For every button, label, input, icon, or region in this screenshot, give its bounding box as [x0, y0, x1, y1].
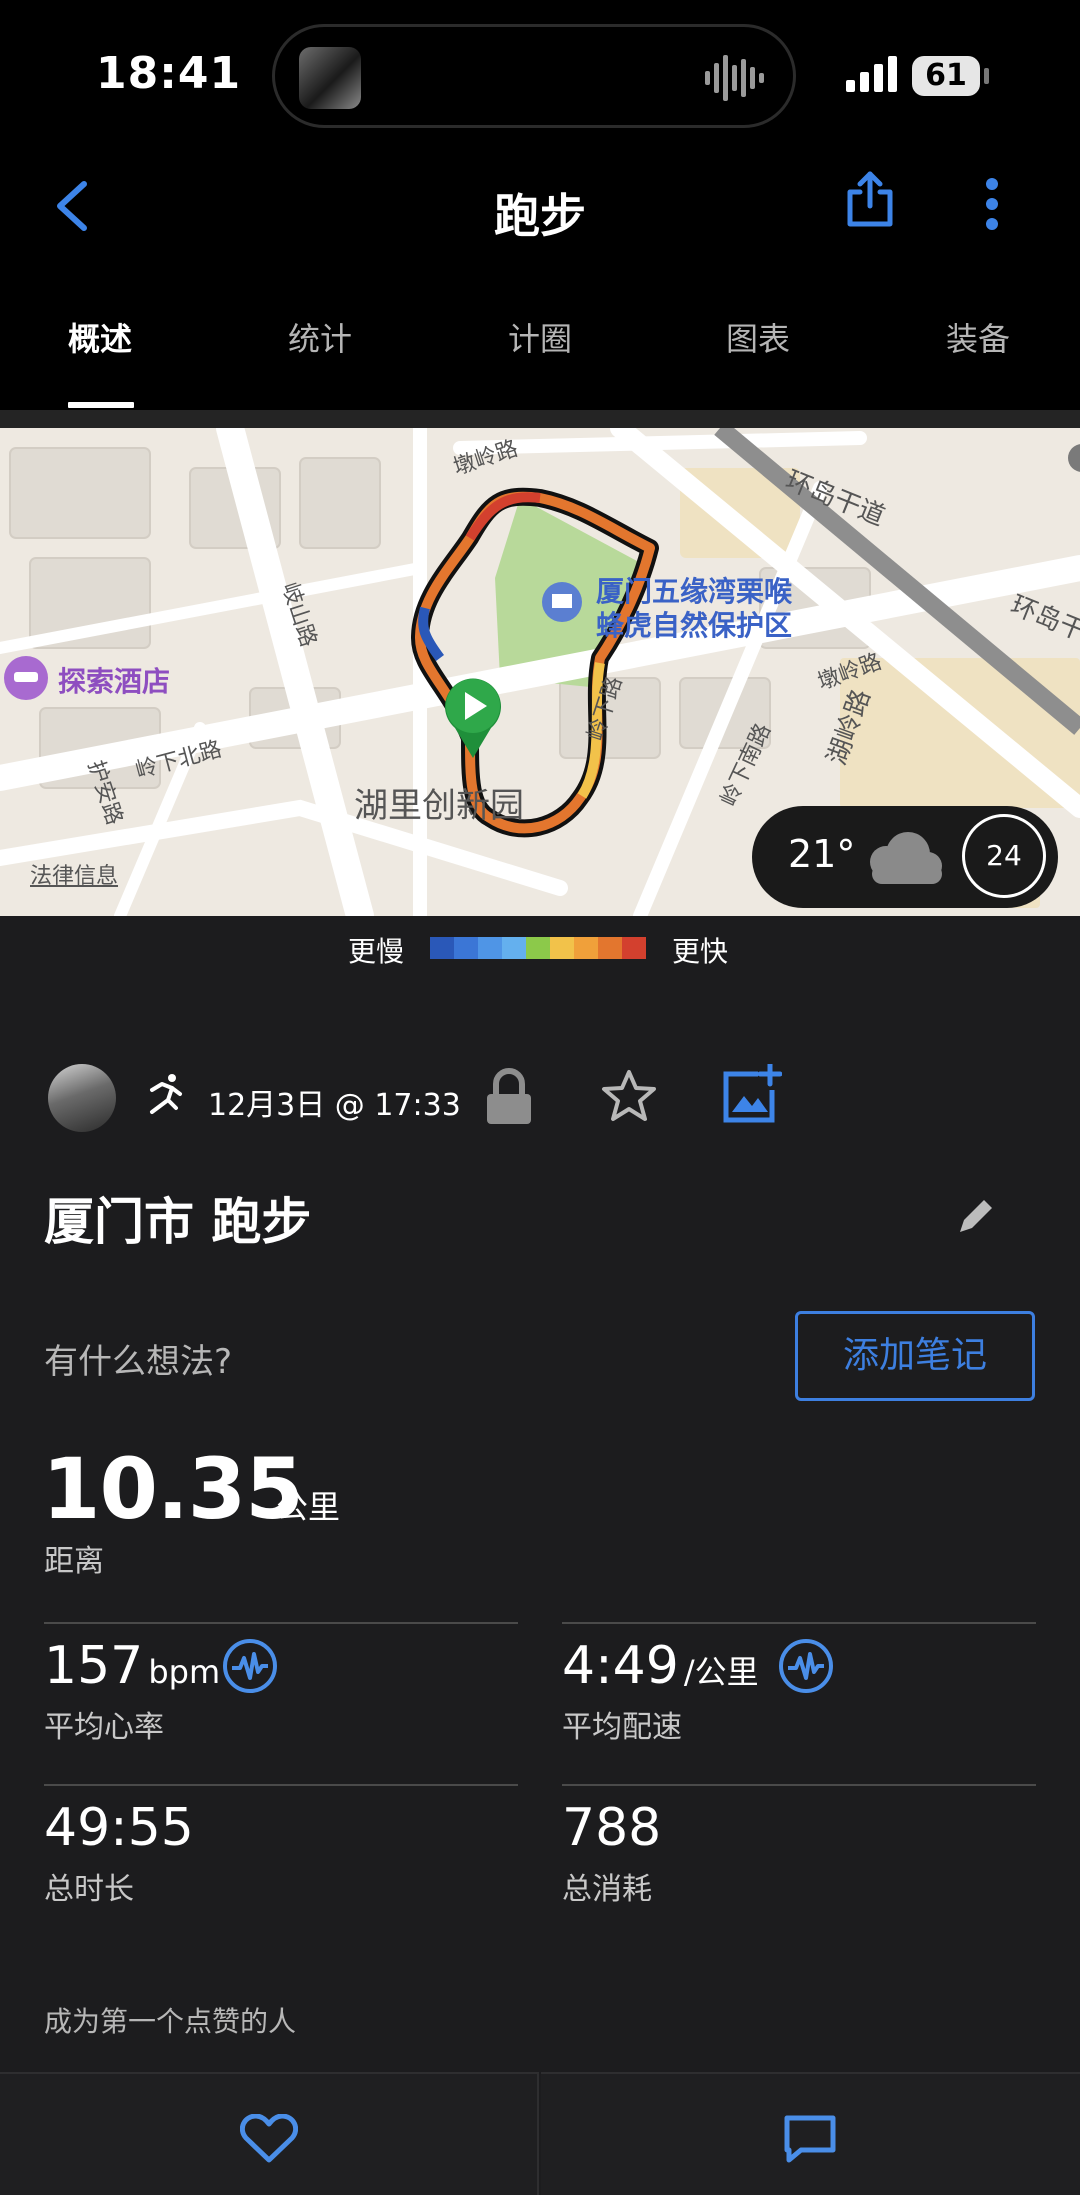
likes-text: 成为第一个点赞的人 — [44, 2005, 297, 2038]
dynamic-island[interactable] — [272, 24, 796, 128]
pace-value: 4:49 — [562, 1636, 679, 1696]
speed-legend-bar — [430, 937, 646, 959]
status-time: 18:41 — [96, 48, 242, 99]
add-note-button[interactable]: 添加笔记 — [795, 1311, 1035, 1401]
notes-prompt: 有什么想法? — [44, 1342, 233, 1382]
edit-pencil-icon[interactable] — [956, 1196, 996, 1236]
signal-icon — [846, 56, 897, 92]
legend-fast-label: 更快 — [672, 935, 729, 968]
legal-info-link[interactable]: 法律信息 — [30, 858, 118, 890]
legend-slow-label: 更慢 — [348, 935, 405, 968]
activity-title: 厦门市 跑步 — [44, 1193, 312, 1251]
weather-temperature: 21° — [788, 832, 856, 876]
now-playing-artwork — [299, 47, 361, 109]
stats-divider — [562, 1622, 1036, 1624]
map-label-poi: 蜂虎自然保护区 — [596, 609, 793, 642]
heart-icon — [240, 2114, 298, 2163]
section-divider — [0, 410, 1080, 428]
stats-divider — [44, 1784, 518, 1786]
lock-icon[interactable] — [484, 1068, 534, 1126]
running-icon — [150, 1074, 182, 1114]
audio-wave-icon — [705, 55, 764, 101]
page-title: 跑步 — [494, 189, 586, 243]
cloud-icon — [870, 832, 942, 884]
battery-indicator: 61 — [912, 56, 980, 96]
more-options-icon[interactable] — [984, 178, 1000, 230]
pace-chart-icon[interactable] — [778, 1638, 834, 1694]
heart-rate-chart-icon[interactable] — [222, 1638, 278, 1694]
duration-label: 总时长 — [44, 1872, 134, 1907]
calories-value: 788 — [562, 1798, 662, 1858]
pace-label: 平均配速 — [562, 1710, 682, 1745]
like-button[interactable] — [0, 2072, 539, 2195]
tab-overview[interactable]: 概述 — [0, 314, 200, 360]
stats-divider — [44, 1622, 518, 1624]
heart-rate-value: 157 — [44, 1636, 144, 1696]
distance-label: 距离 — [44, 1544, 104, 1579]
activity-date: 12月3日 @ 17:33 — [208, 1088, 461, 1123]
stats-divider — [562, 1784, 1036, 1786]
distance-value: 10.35 — [42, 1440, 304, 1538]
battery-tip — [984, 68, 989, 84]
add-photo-icon[interactable] — [722, 1064, 782, 1124]
comment-icon — [784, 2115, 836, 2163]
map-label-poi: 探索酒店 — [58, 665, 171, 698]
distance-unit: 公里 — [276, 1488, 341, 1526]
map-label-area: 湖里创新园 — [354, 786, 524, 826]
heart-rate-stat[interactable]: 157 bpm — [44, 1636, 220, 1696]
tab-active-indicator — [68, 402, 134, 408]
status-bar: 18:41 61 — [0, 0, 1080, 140]
share-icon[interactable] — [846, 170, 894, 228]
pace-unit: /公里 — [683, 1653, 759, 1691]
comment-button[interactable] — [541, 2072, 1080, 2195]
pace-stat[interactable]: 4:49 /公里 — [562, 1636, 759, 1696]
weather-chip: 21° 24 — [752, 806, 1058, 908]
tab-stats[interactable]: 统计 — [220, 314, 420, 360]
star-icon[interactable] — [600, 1068, 658, 1124]
start-marker-icon — [444, 678, 501, 758]
heart-rate-unit: bpm — [148, 1653, 221, 1691]
nav-bar: 跑步 概述 统计 计圈 图表 装备 — [0, 140, 1080, 410]
calories-label: 总消耗 — [562, 1872, 652, 1907]
heart-rate-label: 平均心率 — [44, 1710, 164, 1745]
tab-laps[interactable]: 计圈 — [440, 314, 640, 360]
duration-value: 49:55 — [44, 1798, 194, 1858]
tab-gear[interactable]: 装备 — [878, 314, 1078, 360]
tab-charts[interactable]: 图表 — [658, 314, 858, 360]
avatar[interactable] — [48, 1064, 116, 1132]
wind-indicator: 24 — [962, 814, 1046, 898]
